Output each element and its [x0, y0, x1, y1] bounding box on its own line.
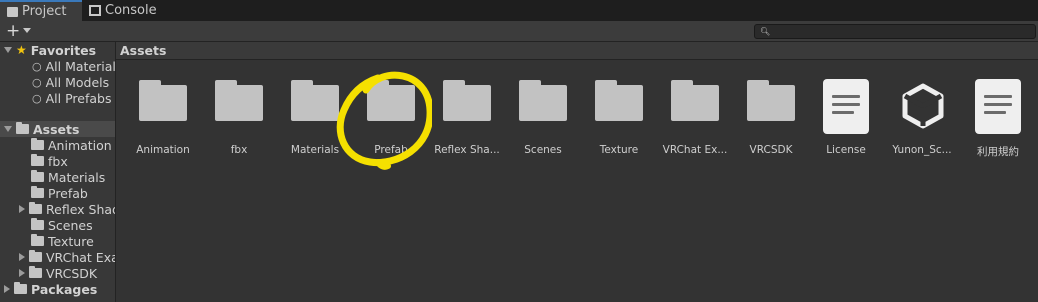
folder-icon [31, 186, 44, 198]
asset-item-fbx[interactable]: fbx [201, 79, 277, 159]
folder-icon [747, 80, 795, 121]
asset-item-animation[interactable]: Animation [125, 79, 201, 159]
folder-icon [215, 80, 263, 121]
folder-icon [31, 218, 44, 230]
asset-item-license[interactable]: License [808, 79, 884, 159]
folder-icon [443, 80, 491, 121]
tree-item-favorites[interactable]: ★ Favorites [4, 42, 96, 58]
tree-item-all-models[interactable]: ○ All Models [32, 74, 109, 90]
asset-item-vrchat-examples[interactable]: VRChat Ex... [657, 79, 733, 159]
star-icon: ★ [16, 43, 27, 57]
folder-icon [7, 6, 18, 17]
tree-item-materials[interactable]: Materials [31, 169, 105, 185]
folder-icon [595, 80, 643, 121]
tree-item-packages[interactable]: Packages [4, 281, 97, 297]
tree-item-texture[interactable]: Texture [31, 233, 94, 249]
folder-icon [29, 266, 42, 278]
tree-item-vrcsdk[interactable]: VRCSDK [19, 265, 97, 281]
asset-item-vrcsdk[interactable]: VRCSDK [733, 79, 809, 159]
tab-console[interactable]: Console [89, 0, 169, 21]
chevron-down-icon[interactable] [4, 126, 12, 132]
chevron-down-icon[interactable] [4, 47, 12, 53]
folder-icon [29, 250, 42, 262]
tree-item-assets[interactable]: Assets [0, 121, 115, 137]
tab-console-label: Console [105, 3, 157, 18]
folder-icon [139, 80, 187, 121]
tree-item-prefab[interactable]: Prefab [31, 185, 88, 201]
chevron-down-icon[interactable] [23, 28, 31, 33]
folder-icon [14, 282, 27, 294]
chevron-right-icon[interactable] [19, 253, 25, 261]
tab-project-label: Project [22, 4, 67, 19]
project-tree: ★ Favorites ○ All Materials ○ All Models… [0, 42, 116, 302]
tree-item-reflex-shad[interactable]: Reflex Shad [19, 201, 115, 217]
chevron-right-icon[interactable] [19, 269, 25, 277]
console-icon [89, 5, 101, 16]
folder-open-icon [16, 122, 29, 134]
tree-item-fbx[interactable]: fbx [31, 153, 68, 169]
search-icon: 🔍︎ [760, 27, 771, 36]
asset-item-terms[interactable]: 利用規約 [960, 79, 1036, 159]
folder-icon [31, 170, 44, 182]
add-asset-button[interactable]: + [6, 21, 20, 41]
folder-icon [31, 138, 44, 150]
folder-icon [291, 80, 339, 121]
document-icon [975, 79, 1021, 134]
asset-grid-panel: Assets Animation fbx Materials Prefab Re… [116, 42, 1038, 302]
document-icon [823, 79, 869, 134]
highlight-annotation [336, 71, 432, 170]
search-input[interactable]: 🔍︎ [754, 24, 1036, 39]
tree-item-all-prefabs[interactable]: ○ All Prefabs [32, 90, 111, 106]
search-icon: ○ [32, 59, 42, 73]
window-tab-bar: Project Console [0, 0, 1038, 22]
tab-project[interactable]: Project [0, 0, 82, 21]
search-icon: ○ [32, 91, 42, 105]
tree-item-all-materials[interactable]: ○ All Materials [32, 58, 115, 74]
folder-icon [671, 80, 719, 121]
asset-item-reflex-shader[interactable]: Reflex Sha... [429, 79, 505, 159]
chevron-right-icon[interactable] [19, 205, 25, 213]
asset-item-yunon-scene[interactable]: Yunon_Sc... [884, 79, 960, 159]
asset-item-texture[interactable]: Texture [581, 79, 657, 159]
breadcrumb[interactable]: Assets [116, 42, 1038, 60]
tree-item-vrchat-exa[interactable]: VRChat Exa [19, 249, 115, 265]
project-toolbar: + 🔍︎ [0, 21, 1038, 42]
tree-item-scenes[interactable]: Scenes [31, 217, 93, 233]
chevron-right-icon[interactable] [4, 285, 10, 293]
folder-icon [519, 80, 567, 121]
asset-item-scenes[interactable]: Scenes [505, 79, 581, 159]
unity-scene-icon [902, 83, 944, 129]
tree-item-animation[interactable]: Animation [31, 137, 112, 153]
folder-icon [31, 234, 44, 246]
folder-icon [31, 154, 44, 166]
search-icon: ○ [32, 75, 42, 89]
folder-icon [29, 202, 42, 214]
